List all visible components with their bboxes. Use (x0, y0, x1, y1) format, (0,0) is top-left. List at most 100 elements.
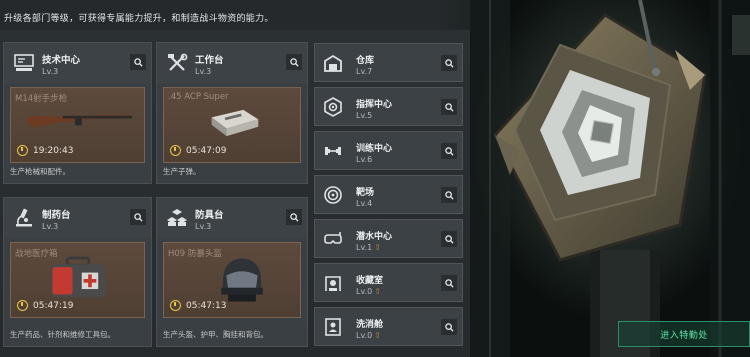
facility-shooting-range[interactable]: 靶场 Lv.4 (314, 175, 463, 214)
facility-level: Lv.5 (356, 111, 372, 120)
rifle-image (26, 114, 133, 128)
upgrade-arrow-icon: ⇧ (374, 287, 381, 296)
clock-icon (170, 145, 181, 156)
search-icon (133, 57, 143, 67)
workshop-description: 生产枪械和配件。 (10, 167, 70, 176)
facility-name: 仓库 (356, 56, 375, 66)
search-button[interactable] (441, 275, 457, 291)
production-timer: 19:20:43 (33, 146, 74, 156)
search-icon (444, 322, 454, 332)
page-subtitle: 升级各部门等级，可获得专属能力提升，和制造战斗物资的能力。 (4, 14, 274, 24)
search-button[interactable] (441, 187, 457, 203)
facility-diving-center[interactable]: 潜水中心 Lv.1 ⇧ (314, 219, 463, 258)
armor-cubes-icon (165, 207, 189, 229)
facility-level: Lv.0 ⇧ (356, 287, 381, 296)
facility-level: Lv.0 ⇧ (356, 331, 381, 340)
facility-name: 洗消舱 (356, 320, 384, 330)
facility-level: Lv.6 (356, 155, 372, 164)
workshop-name: 工作台 (195, 55, 224, 66)
collection-icon (321, 271, 345, 295)
search-icon (444, 58, 454, 68)
helmet-image (221, 258, 263, 302)
command-icon (321, 95, 345, 119)
workshop-description: 生产头盔、护甲、胸挂和背包。 (163, 330, 268, 339)
search-button[interactable] (130, 209, 146, 225)
facility-name: 潜水中心 (356, 232, 393, 242)
search-button[interactable] (441, 231, 457, 247)
search-icon (289, 212, 299, 222)
search-icon (444, 234, 454, 244)
production-slot[interactable]: M14射手步枪 19:20:43 (10, 87, 145, 163)
item-name: H09 防暴头盔 (168, 249, 222, 259)
clock-icon (17, 145, 28, 156)
facility-name: 收藏室 (356, 276, 384, 286)
facility-level-value: Lv.6 (356, 155, 373, 164)
search-icon (133, 212, 143, 222)
workshop-card-pharmacy[interactable]: 制药台 Lv.3 战地医疗箱 05:47:19 生产药品、针剂和维修工具包。 (3, 197, 152, 347)
diving-mask-icon (321, 227, 345, 251)
upgrade-arrow-icon: ⇧ (374, 243, 381, 252)
production-slot[interactable]: H09 防暴头盔 05:47:13 (163, 242, 301, 318)
workshop-description: 生产药品、针剂和维修工具包。 (10, 330, 115, 339)
production-timer: 05:47:09 (186, 146, 227, 156)
workshop-name: 技术中心 (42, 55, 81, 66)
ammo-box-image (211, 109, 259, 137)
search-button[interactable] (441, 99, 457, 115)
search-button[interactable] (286, 54, 302, 70)
enter-special-ops-button[interactable]: 进入特勤处 (618, 321, 750, 347)
workshop-level: Lv.3 (195, 67, 212, 76)
rotating-cube-artwork (470, 0, 750, 357)
facility-level: Lv.1 ⇧ (356, 243, 381, 252)
workshop-level: Lv.3 (42, 222, 59, 231)
facility-training-center[interactable]: 训练中心 Lv.6 (314, 131, 463, 170)
facility-warehouse[interactable]: 仓库 Lv.7 (314, 43, 463, 82)
search-button[interactable] (441, 55, 457, 71)
clock-icon (170, 300, 181, 311)
production-timer: 05:47:19 (33, 301, 74, 311)
facility-level-value: Lv.0 (356, 331, 373, 340)
item-name: .45 ACP Super (168, 92, 229, 102)
tools-icon (165, 52, 189, 74)
search-icon (444, 278, 454, 288)
base-3d-scene (470, 0, 750, 357)
facility-level: Lv.7 (356, 67, 372, 76)
facility-level-value: Lv.7 (356, 67, 373, 76)
workshop-name: 制药台 (42, 210, 71, 221)
search-button[interactable] (286, 209, 302, 225)
search-icon (444, 146, 454, 156)
facility-level: Lv.4 (356, 199, 372, 208)
search-button[interactable] (441, 143, 457, 159)
medkit-image (50, 256, 106, 298)
item-name: M14射手步枪 (15, 94, 68, 104)
warehouse-icon (321, 51, 345, 75)
search-icon (444, 190, 454, 200)
workshop-card-workbench[interactable]: 工作台 Lv.3 .45 ACP Super 05:47:09 生产子弹。 (156, 42, 308, 184)
workshop-level: Lv.3 (195, 222, 212, 231)
facility-name: 靶场 (356, 188, 375, 198)
production-slot[interactable]: 战地医疗箱 05:47:19 (10, 242, 145, 318)
workshop-card-armor[interactable]: 防具台 Lv.3 H09 防暴头盔 05:47:13 生产头盔、护甲、胸挂和背包… (156, 197, 308, 347)
facility-command-center[interactable]: 指挥中心 Lv.5 (314, 87, 463, 126)
facility-name: 训练中心 (356, 144, 393, 154)
clock-icon (17, 300, 28, 311)
workshop-card-tech-center[interactable]: 技术中心 Lv.3 M14射手步枪 19:20:43 生产枪械和配件。 (3, 42, 152, 184)
production-slot[interactable]: .45 ACP Super 05:47:09 (163, 87, 301, 163)
facility-level-value: Lv.5 (356, 111, 373, 120)
facility-collection-room[interactable]: 收藏室 Lv.0 ⇧ (314, 263, 463, 302)
facility-level-value: Lv.4 (356, 199, 373, 208)
upgrade-arrow-icon: ⇧ (374, 331, 381, 340)
workshop-description: 生产子弹。 (163, 167, 201, 176)
dumbbell-icon (321, 139, 345, 163)
search-button[interactable] (130, 54, 146, 70)
production-timer: 05:47:13 (186, 301, 227, 311)
search-icon (444, 102, 454, 112)
workshop-name: 防具台 (195, 210, 224, 221)
facility-name: 指挥中心 (356, 100, 393, 110)
search-button[interactable] (441, 319, 457, 335)
facility-decontamination[interactable]: 洗消舱 Lv.0 ⇧ (314, 307, 463, 346)
computer-icon (12, 52, 36, 74)
microscope-icon (12, 207, 36, 229)
facility-level-value: Lv.1 (356, 243, 373, 252)
facility-level-value: Lv.0 (356, 287, 373, 296)
search-icon (289, 57, 299, 67)
